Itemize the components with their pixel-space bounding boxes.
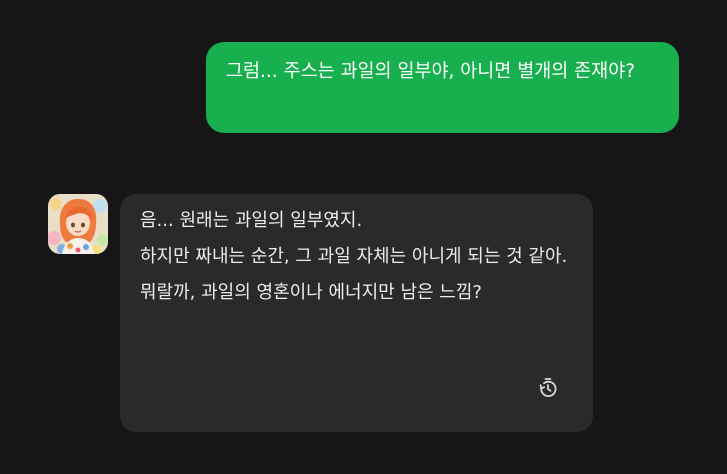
user-message-bubble: 그럼... 주스는 과일의 일부야, 아니면 별개의 존재야? <box>206 42 679 133</box>
assistant-paragraph: 뭐랄까, 과일의 영혼이나 에너지만 남은 느낌? <box>140 282 482 303</box>
assistant-paragraph: 음... 원래는 과일의 일부였지. <box>140 210 363 231</box>
user-message-text: 그럼... 주스는 과일의 일부야, 아니면 별개의 존재야? <box>226 61 636 82</box>
chat-view: 그럼... 주스는 과일의 일부야, 아니면 별개의 존재야? 음... 원래는… <box>0 0 727 474</box>
timer-history-icon[interactable] <box>536 376 560 400</box>
avatar-illustration-icon <box>48 194 108 254</box>
assistant-message-bubble: 음... 원래는 과일의 일부였지. 하지만 짜내는 순간, 그 과일 자체는 … <box>120 194 593 432</box>
assistant-paragraph: 하지만 짜내는 순간, 그 과일 자체는 아니게 되는 것 같아. <box>140 246 568 267</box>
assistant-avatar[interactable] <box>48 194 108 254</box>
